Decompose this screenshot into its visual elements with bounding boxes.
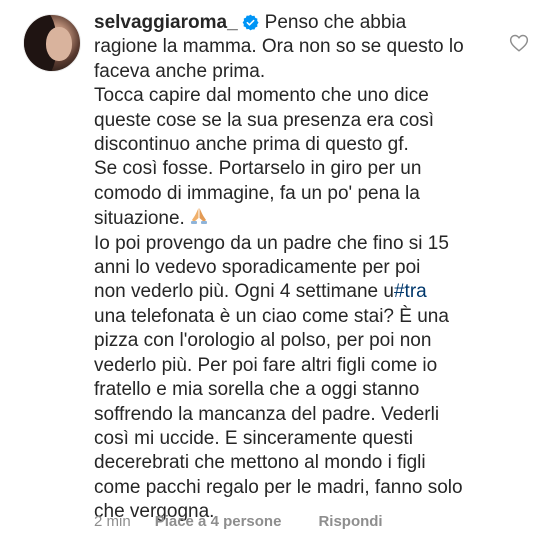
folded-hands-icon <box>190 208 207 225</box>
comment-line: comodo di immagine, fa un po' pena la <box>94 182 420 204</box>
reply-button[interactable]: Rispondi <box>318 513 382 530</box>
avatar[interactable] <box>23 14 81 72</box>
comment-line: una telefonata è un ciao come stai? È un… <box>94 305 449 327</box>
comment-timestamp: 2 min <box>94 513 131 530</box>
comment-line: faceva anche prima. <box>94 60 266 82</box>
like-heart-icon[interactable] <box>509 34 529 52</box>
comment-line: Tocca capire dal momento che uno dice <box>94 85 429 107</box>
comment-line: discontinuo anche prima di questo gf. <box>94 134 409 156</box>
avatar-face <box>46 27 72 61</box>
comment-line: Penso che abbia <box>264 12 407 33</box>
comment-line: soffrendo la mancanza del padre. Vederli <box>94 403 440 425</box>
username[interactable]: selvaggiaroma_ <box>94 12 238 33</box>
verified-badge-icon <box>242 14 259 31</box>
comment-line: queste cose se la sua presenza era così <box>94 109 435 131</box>
likes-count-link[interactable]: Piace a 4 persone <box>155 513 282 530</box>
comment-line-with-hashtag: non vederlo più. Ogni 4 settimane u#tra <box>94 280 514 304</box>
comment-line: così mi uccide. E sinceramente questi <box>94 427 413 449</box>
hashtag-link[interactable]: #tra <box>394 281 427 302</box>
comment-line: fratello e mia sorella che a oggi stanno <box>94 379 420 401</box>
comment-line: Se così fosse. Portarselo in giro per un <box>94 158 422 180</box>
comment-line: anni lo vedevo sporadicamente per poi <box>94 257 421 279</box>
comment-meta: 2 min Piace a 4 persone Rispondi <box>94 513 383 530</box>
comment-line-with-emoji: situazione. <box>94 206 514 231</box>
comment-line: situazione. <box>94 208 185 230</box>
comment-line: Io poi provengo da un padre che fino si … <box>94 232 449 254</box>
comment-line: non vederlo più. Ogni 4 settimane u <box>94 281 394 303</box>
comment-line: vederlo più. Per poi fare altri figli co… <box>94 354 438 376</box>
comment-line: ragione la mamma. Ora non so se questo l… <box>94 36 464 58</box>
comment-body: selvaggiaroma_ Penso che abbia ragione la… <box>94 11 514 525</box>
comment-line: come pacchi regalo per le madri, fanno s… <box>94 476 463 498</box>
comment-line: pizza con l'orologio al polso, per poi n… <box>94 330 432 352</box>
comment-line: decerebrati che mettono al mondo i figli <box>94 452 426 474</box>
